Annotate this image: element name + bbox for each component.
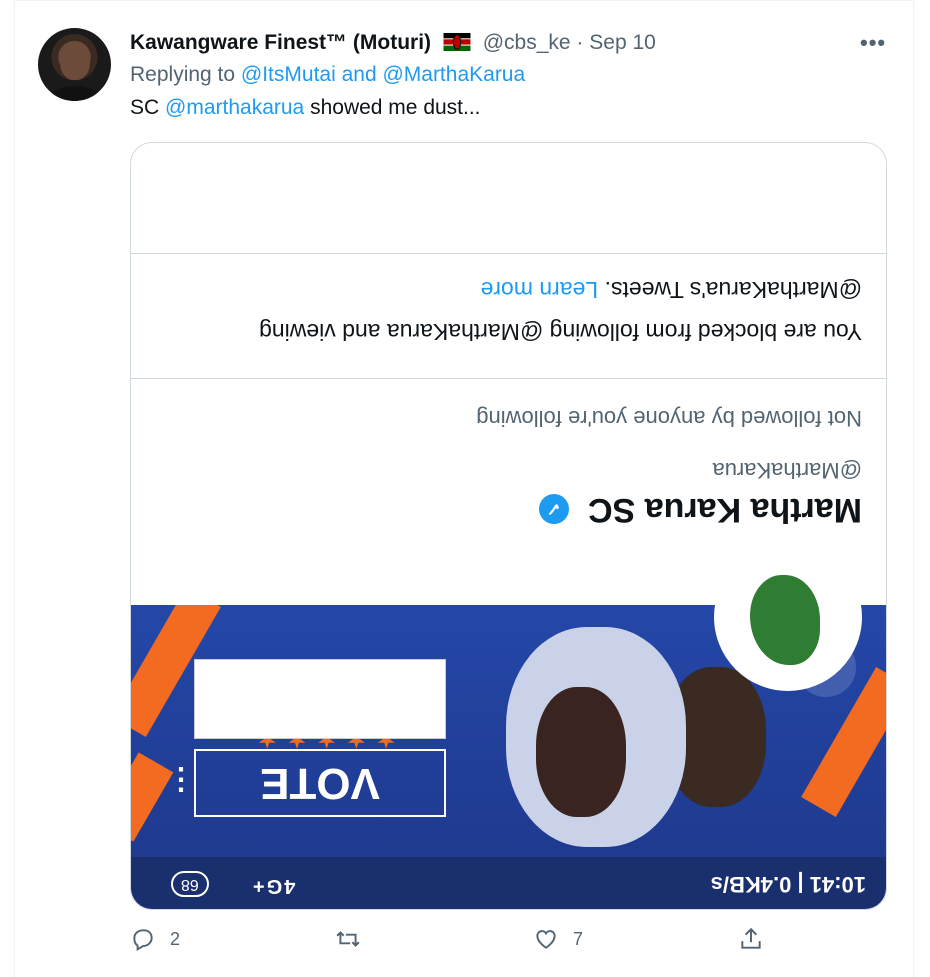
battery-indicator: 68 — [171, 871, 209, 897]
learn-more-link: Learn more — [480, 277, 599, 303]
display-name[interactable]: Kawangware Finest™ (Moturi) — [130, 31, 431, 54]
replying-to-link[interactable]: @ItsMutai and @MarthaKarua — [241, 63, 525, 86]
signal-indicator: 4G+ — [251, 875, 296, 897]
tweet-date[interactable]: Sep 10 — [589, 31, 656, 54]
reply-icon — [133, 929, 153, 952]
banner-person — [536, 687, 626, 817]
divider — [131, 378, 886, 379]
tweet-actions: 2 7 — [130, 926, 780, 958]
reply-button[interactable]: 2 — [130, 926, 180, 952]
vertical-dots-icon: ⋮ — [166, 763, 196, 796]
profile-name-row: Martha Karua SC ✓ — [538, 490, 862, 529]
screenshot-rotated: 10:41 | 0.4KB/s 4G+ 68 → VOTE BLUE ★★★★★… — [131, 143, 886, 909]
avatar-face — [60, 42, 90, 80]
verified-badge-icon: ✓ — [538, 494, 569, 524]
blocked-notice: You are blocked from following @MarthaKa… — [162, 269, 862, 353]
like-count: 7 — [573, 928, 584, 949]
kenya-flag-icon — [443, 33, 471, 51]
divider — [131, 253, 886, 254]
share-button[interactable] — [738, 926, 778, 952]
like-button[interactable]: 7 — [533, 926, 583, 952]
avatar-shirt — [46, 86, 104, 101]
user-handle[interactable]: @cbs_ke — [483, 31, 571, 54]
vote-blue-text: VOTE BLUE — [194, 695, 446, 817]
profile-logo-icon — [750, 575, 820, 665]
tweet-header: Kawangware Finest™ (Moturi) @cbs_ke · Se… — [130, 30, 656, 56]
retweet-button[interactable] — [335, 926, 375, 952]
replying-prefix: Replying to — [130, 63, 236, 86]
retweet-icon — [336, 931, 360, 947]
heart-icon — [536, 930, 556, 949]
profile-name: Martha Karua SC — [588, 491, 862, 529]
profile-handle: @MarthaKarua — [712, 458, 862, 483]
profile-image — [714, 543, 862, 691]
separator: · — [576, 31, 584, 54]
phone-status-bar: 10:41 | 0.4KB/s 4G+ 68 — [131, 857, 886, 909]
mention-link[interactable]: @marthakarua — [165, 96, 304, 119]
reply-count: 2 — [170, 928, 181, 949]
avatar[interactable] — [38, 28, 111, 101]
more-options-icon[interactable]: ••• — [860, 30, 886, 56]
ballot-paper — [194, 659, 446, 739]
text-prefix: SC — [130, 96, 160, 119]
media-card[interactable]: 10:41 | 0.4KB/s 4G+ 68 → VOTE BLUE ★★★★★… — [130, 142, 887, 910]
followed-by-text: Not followed by anyone you're following — [476, 406, 862, 431]
tweet-text: SC @marthakarua showed me dust... — [130, 96, 481, 120]
text-suffix: showed me dust... — [310, 96, 481, 119]
share-icon — [741, 927, 761, 949]
replying-to: Replying to @ItsMutai and @MarthaKarua — [130, 63, 525, 87]
status-time: 10:41 | 0.4KB/s — [710, 872, 866, 897]
